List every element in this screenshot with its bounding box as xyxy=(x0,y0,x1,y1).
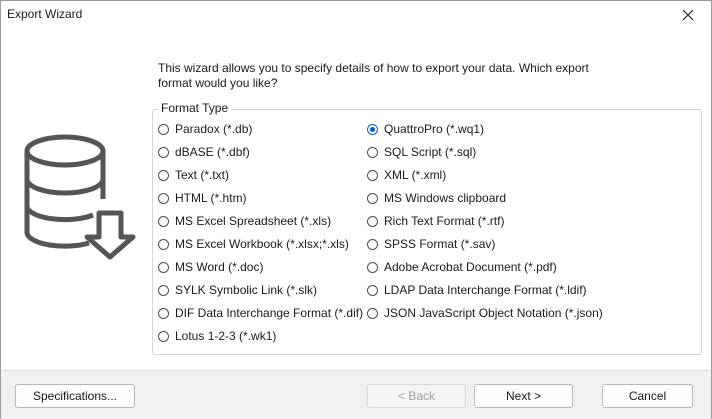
format-option-text-txt[interactable]: Text (*.txt) xyxy=(158,166,229,184)
window-title: Export Wizard xyxy=(7,7,83,21)
format-option-label: DIF Data Interchange Format (*.dif) xyxy=(175,306,364,320)
close-icon xyxy=(682,9,694,21)
radio-button[interactable] xyxy=(158,284,169,296)
format-option-dif-data-interchange-format-dif[interactable]: DIF Data Interchange Format (*.dif) xyxy=(158,304,363,322)
intro-text: This wizard allows you to specify detail… xyxy=(158,61,589,90)
format-option-label: Paradox (*.db) xyxy=(175,122,253,136)
specifications-button[interactable]: Specifications... xyxy=(15,384,135,408)
format-option-sylk-symbolic-link-slk[interactable]: SYLK Symbolic Link (*.slk) xyxy=(158,281,317,299)
format-option-sql-script-sql[interactable]: SQL Script (*.sql) xyxy=(367,143,476,161)
back-button[interactable]: < Back xyxy=(367,384,466,408)
format-option-json-javascript-object-notation-json[interactable]: JSON JavaScript Object Notation (*.json) xyxy=(367,304,603,322)
format-option-ldap-data-interchange-format-ldif[interactable]: LDAP Data Interchange Format (*.ldif) xyxy=(367,281,587,299)
format-option-label: dBASE (*.dbf) xyxy=(175,145,250,159)
format-type-legend: Format Type xyxy=(158,101,232,115)
radio-button[interactable] xyxy=(158,330,169,342)
format-option-label: XML (*.xml) xyxy=(384,168,447,182)
radio-button[interactable] xyxy=(367,169,378,181)
format-option-label: Rich Text Format (*.rtf) xyxy=(384,214,505,228)
format-option-ms-excel-workbook-xlsx-xls[interactable]: MS Excel Workbook (*.xlsx;*.xls) xyxy=(158,235,349,253)
title-bar: Export Wizard xyxy=(1,1,711,29)
radio-button[interactable] xyxy=(367,146,378,158)
radio-button[interactable] xyxy=(367,192,378,204)
format-option-label: QuattroPro (*.wq1) xyxy=(384,122,485,136)
format-option-label: JSON JavaScript Object Notation (*.json) xyxy=(384,306,603,320)
radio-button[interactable] xyxy=(158,146,169,158)
format-option-label: SPSS Format (*.sav) xyxy=(384,237,496,251)
format-option-label: MS Word (*.doc) xyxy=(175,260,264,274)
format-option-quattropro-wq1[interactable]: QuattroPro (*.wq1) xyxy=(367,120,484,138)
format-option-dbase-dbf[interactable]: dBASE (*.dbf) xyxy=(158,143,250,161)
format-option-paradox-db[interactable]: Paradox (*.db) xyxy=(158,120,252,138)
format-option-ms-windows-clipboard[interactable]: MS Windows clipboard xyxy=(367,189,506,207)
radio-button[interactable] xyxy=(367,215,378,227)
format-option-spss-format-sav[interactable]: SPSS Format (*.sav) xyxy=(367,235,495,253)
format-option-label: SYLK Symbolic Link (*.slk) xyxy=(175,283,318,297)
radio-button[interactable] xyxy=(367,238,378,250)
format-option-label: HTML (*.htm) xyxy=(175,191,247,205)
format-option-label: Text (*.txt) xyxy=(175,168,230,182)
radio-button[interactable] xyxy=(158,215,169,227)
radio-button[interactable] xyxy=(367,284,378,296)
radio-button[interactable] xyxy=(158,261,169,273)
radio-button[interactable] xyxy=(158,123,169,135)
format-option-label: MS Windows clipboard xyxy=(384,191,507,205)
format-option-html-htm[interactable]: HTML (*.htm) xyxy=(158,189,247,207)
next-button[interactable]: Next > xyxy=(474,384,573,408)
radio-button[interactable] xyxy=(367,261,378,273)
format-option-xml-xml[interactable]: XML (*.xml) xyxy=(367,166,446,184)
radio-button[interactable] xyxy=(158,169,169,181)
format-option-label: LDAP Data Interchange Format (*.ldif) xyxy=(384,283,587,297)
format-option-label: SQL Script (*.sql) xyxy=(384,145,477,159)
format-option-label: Lotus 1-2-3 (*.wk1) xyxy=(175,329,277,343)
format-option-rich-text-format-rtf[interactable]: Rich Text Format (*.rtf) xyxy=(367,212,504,230)
cancel-button[interactable]: Cancel xyxy=(602,384,693,408)
format-option-ms-excel-spreadsheet-xls[interactable]: MS Excel Spreadsheet (*.xls) xyxy=(158,212,331,230)
format-option-label: Adobe Acrobat Document (*.pdf) xyxy=(384,260,557,274)
format-option-ms-word-doc[interactable]: MS Word (*.doc) xyxy=(158,258,263,276)
radio-button[interactable] xyxy=(158,238,169,250)
database-export-icon xyxy=(24,134,136,260)
radio-button[interactable] xyxy=(367,123,378,135)
format-option-label: MS Excel Workbook (*.xlsx;*.xls) xyxy=(175,237,349,251)
format-option-adobe-acrobat-document-pdf[interactable]: Adobe Acrobat Document (*.pdf) xyxy=(367,258,557,276)
radio-button[interactable] xyxy=(367,307,378,319)
close-button[interactable] xyxy=(665,1,711,29)
format-option-label: MS Excel Spreadsheet (*.xls) xyxy=(175,214,332,228)
button-bar: Specifications... < Back Next > Cancel xyxy=(1,370,711,419)
radio-button[interactable] xyxy=(158,192,169,204)
export-wizard-window: Export Wizard This wizard allows you to … xyxy=(0,0,712,419)
radio-button[interactable] xyxy=(158,307,169,319)
format-option-lotus-1-2-3-wk1[interactable]: Lotus 1-2-3 (*.wk1) xyxy=(158,327,276,345)
